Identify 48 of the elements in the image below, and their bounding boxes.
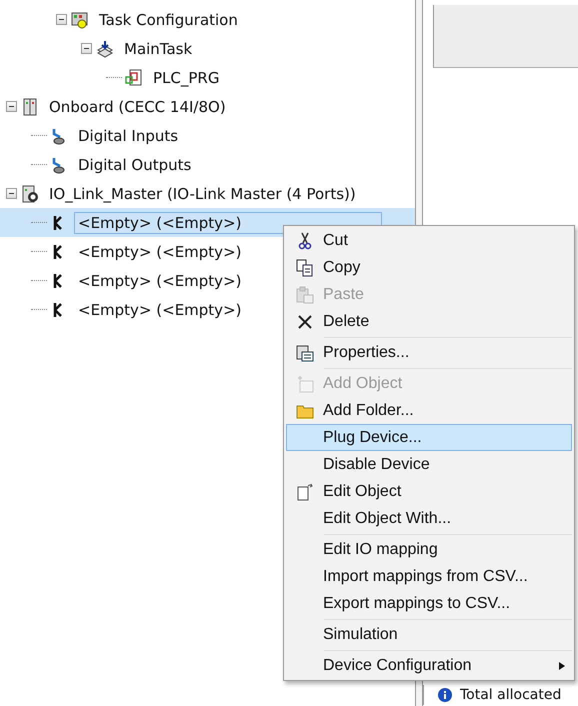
menu-item[interactable]: Add Folder... — [286, 397, 572, 424]
tree-row[interactable]: Task Configuration — [0, 5, 415, 34]
tree-item-label: <Empty> (<Empty>) — [77, 300, 242, 320]
tree-item-label: Task Configuration — [98, 10, 239, 30]
collapse-toggle[interactable] — [81, 43, 92, 54]
tree-row[interactable]: Onboard (CECC 14I/8O) — [0, 92, 415, 121]
copy-icon — [296, 258, 314, 276]
gear-rack-icon — [71, 10, 89, 28]
tree-row[interactable]: Digital Inputs — [0, 121, 415, 150]
collapse-toggle[interactable] — [6, 101, 17, 112]
tree-item-label: MainTask — [123, 38, 194, 60]
menu-item[interactable]: Properties... — [286, 339, 572, 366]
tree-item-label: <Empty> (<Empty>) — [77, 270, 242, 292]
menu-item[interactable]: Delete — [286, 308, 572, 335]
menu-item[interactable]: Disable Device — [286, 451, 572, 478]
tree-item-label: IO_Link_Master (IO-Link Master (4 Ports)) — [48, 184, 357, 204]
tree-item-label: Digital Inputs — [77, 126, 180, 146]
delete-icon — [296, 312, 314, 330]
tree-item-label: Onboard (CECC 14I/8O) — [48, 96, 227, 118]
tree-item-label: <Empty> (<Empty>) — [77, 242, 242, 262]
module-icon — [21, 98, 39, 116]
info-icon — [438, 688, 452, 702]
tree-row[interactable]: PLC_PRG — [0, 63, 415, 92]
clipboard-icon — [296, 286, 314, 304]
scissors-icon — [296, 232, 314, 250]
collapse-toggle[interactable] — [6, 188, 17, 199]
menu-item[interactable]: Edit IO mapping — [286, 536, 572, 563]
tree-item-label: Digital Outputs — [77, 154, 192, 176]
document-icon — [125, 68, 143, 86]
message-text: Total allocated — [460, 687, 562, 703]
properties-icon — [296, 344, 314, 362]
menu-item[interactable]: Copy — [286, 254, 572, 281]
menu-item[interactable]: Export mappings to CSV... — [286, 590, 572, 617]
tree-row[interactable]: Digital Outputs — [0, 150, 415, 179]
menu-item[interactable]: Edit Object With... — [286, 505, 572, 532]
page-icon — [296, 482, 314, 500]
menu-item[interactable]: Device Configuration — [286, 652, 572, 679]
menu-item[interactable]: Plug Device... — [286, 424, 572, 451]
add-object-icon — [296, 374, 314, 392]
tree-item-label: PLC_PRG — [152, 68, 220, 88]
menu-item[interactable]: Import mappings from CSV... — [286, 563, 572, 590]
tree-row[interactable]: IO_Link_Master (IO-Link Master (4 Ports)) — [0, 179, 415, 208]
stack-icon — [96, 40, 114, 58]
menu-item[interactable]: Edit Object — [286, 478, 572, 505]
menu-item[interactable]: Simulation — [286, 621, 572, 648]
collapse-toggle[interactable] — [56, 14, 67, 25]
module-icon — [21, 184, 39, 202]
tree-row[interactable]: MainTask — [0, 34, 415, 63]
